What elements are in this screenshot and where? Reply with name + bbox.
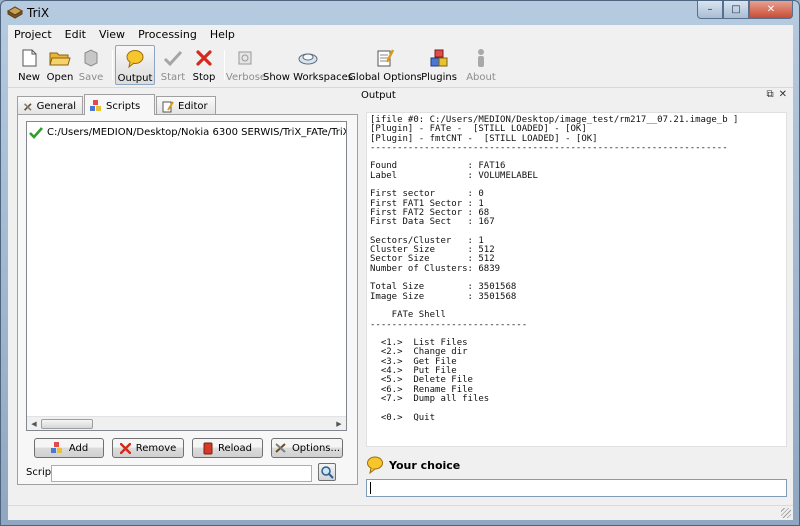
scroll-right-icon[interactable]: ▶ — [333, 419, 345, 429]
save-button[interactable]: Save — [78, 45, 104, 85]
maximize-button[interactable]: □ — [723, 1, 749, 19]
new-file-icon — [18, 47, 40, 69]
remove-label: Remove — [135, 442, 177, 454]
verbose-button[interactable]: Verbose — [225, 45, 267, 85]
notepad-pencil-icon — [374, 47, 396, 69]
close-button[interactable]: ✕ — [749, 1, 793, 19]
script-list[interactable]: C:/Users/MEDION/Desktop/Nokia 6300 SERWI… — [26, 121, 347, 431]
checkmark-icon — [162, 47, 184, 69]
remove-button[interactable]: Remove — [112, 438, 184, 458]
add-button[interactable]: Add — [34, 438, 104, 458]
info-figure-icon — [470, 47, 492, 69]
reload-button[interactable]: Reload — [192, 438, 263, 458]
plugins-button[interactable]: Plugins — [421, 45, 457, 85]
your-choice-label: Your choice — [389, 458, 461, 472]
verbose-icon — [235, 47, 257, 69]
choice-input[interactable] — [366, 479, 787, 497]
show-workspaces-button[interactable]: Show Workspaces — [263, 45, 353, 85]
verbose-label: Verbose — [225, 72, 267, 83]
open-folder-icon — [49, 47, 71, 69]
save-label: Save — [78, 72, 104, 83]
magnifier-icon — [321, 466, 334, 479]
your-choice-heading: Your choice — [366, 455, 460, 475]
output-title: Output — [361, 90, 396, 101]
start-button[interactable]: Start — [160, 45, 186, 85]
status-bar — [8, 505, 793, 520]
reload-icon — [203, 442, 213, 454]
maximize-icon: □ — [731, 4, 741, 15]
script-path: C:/Users/MEDION/Desktop/Nokia 6300 SERWI… — [47, 127, 347, 138]
plugins-label: Plugins — [421, 72, 457, 83]
add-label: Add — [68, 442, 89, 454]
menu-help[interactable]: Help — [204, 25, 242, 44]
reload-label: Reload — [217, 442, 253, 454]
output-button[interactable]: Output — [115, 45, 155, 85]
title-bar[interactable]: TriX – □ ✕ — [1, 1, 799, 25]
trix-app-icon — [7, 6, 23, 19]
toolbar-separator — [112, 50, 113, 80]
menu-processing[interactable]: Processing — [132, 25, 204, 44]
editor-pencil-icon — [162, 100, 174, 112]
tab-general[interactable]: General — [17, 96, 83, 114]
start-label: Start — [160, 72, 186, 83]
output-dock-header: Output ⧉ ✕ — [357, 87, 793, 105]
scroll-left-icon[interactable]: ◀ — [28, 419, 40, 429]
speech-bubble-icon — [124, 48, 146, 70]
minimize-button[interactable]: – — [697, 1, 723, 19]
toolbar: New Open Save Output Start Stop Verbose … — [8, 44, 793, 88]
options-button[interactable]: Options... — [271, 438, 343, 458]
tab-editor-label: Editor — [178, 101, 208, 112]
tab-editor[interactable]: Editor — [156, 96, 216, 114]
options-tools-icon — [275, 443, 286, 453]
stop-button[interactable]: Stop — [191, 45, 217, 85]
float-panel-icon[interactable]: ⧉ — [766, 89, 773, 100]
app-window: TriX – □ ✕ Project Edit View Processing … — [0, 0, 800, 526]
loaded-checkmark-icon — [29, 127, 43, 139]
new-button[interactable]: New — [16, 45, 42, 85]
scripts-blocks-icon — [90, 100, 101, 111]
about-label: About — [466, 72, 496, 83]
close-panel-icon[interactable]: ✕ — [779, 89, 787, 100]
window-title: TriX — [27, 6, 50, 20]
tab-scripts[interactable]: Scripts — [84, 94, 155, 115]
output-label: Output — [117, 73, 153, 84]
script-input[interactable] — [51, 465, 312, 482]
remove-x-icon — [119, 442, 131, 454]
menu-view[interactable]: View — [93, 25, 132, 44]
output-text: [ifile #0: C:/Users/MEDION/Desktop/image… — [370, 115, 739, 423]
options-label: Options... — [291, 442, 341, 454]
save-icon — [80, 47, 102, 69]
resize-grip[interactable] — [781, 508, 791, 518]
list-item[interactable]: C:/Users/MEDION/Desktop/Nokia 6300 SERWI… — [29, 124, 347, 141]
choice-speech-bubble-icon — [367, 456, 383, 474]
minimize-icon: – — [707, 4, 713, 15]
red-x-icon — [193, 47, 215, 69]
new-label: New — [18, 72, 40, 83]
tab-scripts-label: Scripts — [106, 100, 141, 112]
scripts-pane: C:/Users/MEDION/Desktop/Nokia 6300 SERWI… — [17, 114, 358, 485]
output-console[interactable]: [ifile #0: C:/Users/MEDION/Desktop/image… — [366, 112, 787, 447]
client-area: Project Edit View Processing Help New Op… — [8, 25, 793, 520]
add-blocks-icon — [50, 442, 62, 453]
open-label: Open — [46, 72, 74, 83]
menu-project[interactable]: Project — [8, 25, 59, 44]
menu-bar: Project Edit View Processing Help — [8, 25, 793, 44]
stop-label: Stop — [192, 72, 216, 83]
global-options-label: Global Options — [348, 72, 422, 83]
open-button[interactable]: Open — [46, 45, 74, 85]
text-caret — [370, 482, 371, 494]
horizontal-scrollbar[interactable]: ◀ ▶ — [27, 416, 346, 430]
toolbar-separator — [224, 50, 225, 80]
close-icon: ✕ — [766, 4, 776, 15]
script-find-button[interactable] — [318, 463, 336, 481]
workspaces-icon — [297, 47, 319, 69]
plugins-blocks-icon — [428, 47, 450, 69]
scrollbar-thumb[interactable] — [41, 419, 93, 429]
show-workspaces-label: Show Workspaces — [262, 72, 354, 83]
tools-icon — [24, 102, 32, 111]
menu-edit[interactable]: Edit — [59, 25, 93, 44]
global-options-button[interactable]: Global Options — [348, 45, 422, 85]
about-button[interactable]: About — [466, 45, 496, 85]
tab-general-label: General — [36, 101, 76, 112]
